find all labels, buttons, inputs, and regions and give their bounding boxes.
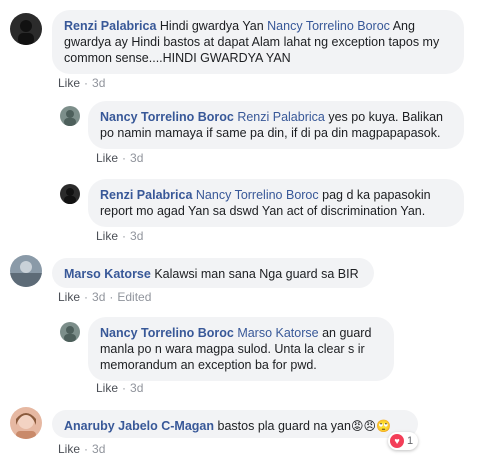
timestamp[interactable]: 3d <box>92 290 105 304</box>
timestamp[interactable]: 3d <box>130 229 143 243</box>
comment-actions: Like · 3d <box>96 229 143 243</box>
avatar[interactable] <box>60 322 80 342</box>
mention-link[interactable]: Marso Katorse <box>237 326 318 340</box>
user-avatar-icon <box>64 110 76 126</box>
comment-author[interactable]: Anaruby Jabelo C-Magan <box>64 419 214 433</box>
comment-text: bastos pla guard na yan <box>217 419 351 433</box>
timestamp[interactable]: 3d <box>130 381 143 395</box>
comment-actions: Like · 3d <box>96 381 143 395</box>
user-avatar-icon <box>64 326 76 342</box>
comment-bubble: Renzi Palabrica Nancy Torrelino Boroc pa… <box>88 179 464 227</box>
like-button[interactable]: Like <box>96 381 118 395</box>
comment-author[interactable]: Nancy Torrelino Boroc <box>100 110 234 124</box>
avatar[interactable] <box>60 184 80 204</box>
mention-link[interactable]: Renzi Palabrica <box>237 110 325 124</box>
mention-link[interactable]: Nancy Torrelino Boroc <box>267 19 390 33</box>
separator: · <box>122 151 127 165</box>
comment-bubble: Nancy Torrelino Boroc Marso Katorse an g… <box>88 317 394 381</box>
separator: · <box>84 442 89 456</box>
comment-author[interactable]: Marso Katorse <box>64 267 151 281</box>
timestamp[interactable]: 3d <box>92 76 105 90</box>
reaction-badge[interactable]: ♥ 1 <box>388 432 419 450</box>
like-button[interactable]: Like <box>58 290 80 304</box>
comment-actions: Like · 3d <box>58 76 105 90</box>
comment-text: Hindi gwardya Yan <box>159 19 264 33</box>
avatar[interactable] <box>10 13 42 45</box>
edited-label[interactable]: Edited <box>117 290 151 304</box>
like-button[interactable]: Like <box>58 442 80 456</box>
comment-bubble: Renzi Palabrica Hindi gwardya Yan Nancy … <box>52 10 464 74</box>
user-avatar-icon <box>64 188 76 204</box>
comment-author[interactable]: Nancy Torrelino Boroc <box>100 326 234 340</box>
user-avatar-icon <box>10 261 42 287</box>
avatar[interactable] <box>10 255 42 287</box>
comment-bubble: Anaruby Jabelo C-Magan bastos pla guard … <box>52 410 418 438</box>
comment-actions: Like · 3d · Edited <box>58 290 151 304</box>
separator: · <box>122 381 127 395</box>
timestamp[interactable]: 3d <box>130 151 143 165</box>
separator: · <box>122 229 127 243</box>
comment-actions: Like · 3d <box>58 442 105 456</box>
avatar[interactable] <box>10 407 42 439</box>
separator: · <box>84 76 89 90</box>
like-button[interactable]: Like <box>58 76 80 90</box>
mention-link[interactable]: Nancy Torrelino Boroc <box>196 188 319 202</box>
heart-icon: ♥ <box>390 434 404 448</box>
reaction-count: 1 <box>407 435 414 447</box>
comment-author[interactable]: Renzi Palabrica <box>64 19 156 33</box>
comment-author[interactable]: Renzi Palabrica <box>100 188 192 202</box>
like-button[interactable]: Like <box>96 229 118 243</box>
comment-text: Kalawsi man sana Nga guard sa BIR <box>154 267 359 281</box>
separator: · <box>84 290 89 304</box>
comment-bubble: Nancy Torrelino Boroc Renzi Palabrica ye… <box>88 101 464 149</box>
separator: · <box>109 290 114 304</box>
user-avatar-icon <box>16 413 36 439</box>
like-button[interactable]: Like <box>96 151 118 165</box>
emoji-group: 😡😠🙄 <box>350 419 391 433</box>
timestamp[interactable]: 3d <box>92 442 105 456</box>
user-avatar-icon <box>18 20 34 45</box>
comment-actions: Like · 3d <box>96 151 143 165</box>
comment-bubble: Marso Katorse Kalawsi man sana Nga guard… <box>52 258 374 288</box>
avatar[interactable] <box>60 106 80 126</box>
